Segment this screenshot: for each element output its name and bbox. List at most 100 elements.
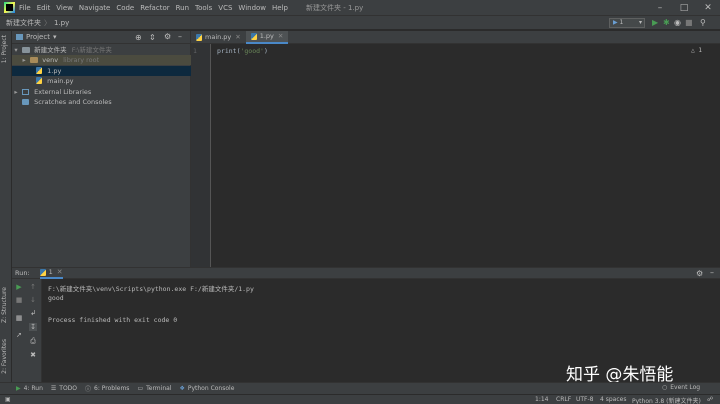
tree-item-project-root[interactable]: ▾ 新建文件夹 F:\新建文件夹	[12, 45, 191, 55]
python-file-icon	[36, 67, 43, 74]
menu-run[interactable]: Run	[176, 4, 189, 12]
tree-item-venv[interactable]: ▸ venv library root	[12, 55, 191, 65]
menu-refactor[interactable]: Refactor	[140, 4, 169, 12]
debug-icon[interactable]: ✱	[663, 18, 670, 28]
hide-panel-icon[interactable]: –	[710, 268, 714, 277]
tool-python-console[interactable]: ❖ Python Console	[179, 385, 234, 392]
tree-item-external-libraries[interactable]: ▸ External Libraries	[12, 87, 191, 97]
pycharm-logo-icon	[4, 2, 15, 13]
menu-view[interactable]: View	[56, 4, 73, 12]
search-icon[interactable]: ⚲	[700, 18, 706, 28]
menu-help[interactable]: Help	[272, 4, 288, 12]
layout-toggle-icon[interactable]: ▣	[5, 396, 11, 403]
chevron-right-icon[interactable]: ▸	[20, 55, 28, 65]
inspection-widget[interactable]: △ 1	[691, 47, 702, 54]
tree-item-1py[interactable]: 1.py	[12, 66, 191, 76]
menu-bar: File Edit View Navigate Code Refactor Ru…	[0, 0, 720, 16]
trash-icon[interactable]: ✖	[29, 351, 37, 359]
tree-item-label: main.py	[47, 77, 74, 85]
console-line: good	[48, 294, 64, 302]
maximize-icon[interactable]: □	[672, 0, 696, 16]
hide-panel-icon[interactable]: –	[178, 32, 182, 41]
breadcrumb-root[interactable]: 新建文件夹	[6, 18, 41, 28]
menu-vcs[interactable]: VCS	[218, 4, 232, 12]
console-line: F:\新建文件夹\venv\Scripts\python.exe F:/新建文件…	[48, 285, 254, 293]
tree-item-label: External Libraries	[34, 88, 92, 96]
tab-label: 1.py	[259, 31, 274, 40]
menu-code[interactable]: Code	[116, 4, 134, 12]
project-tool-tab[interactable]: 1: Project	[1, 35, 8, 63]
tool-python-console-label: Python Console	[187, 385, 235, 392]
menu-file[interactable]: File	[19, 4, 31, 12]
tool-todo[interactable]: ☰ TODO	[51, 385, 77, 392]
menu-navigate[interactable]: Navigate	[79, 4, 110, 12]
tool-problems[interactable]: ⓘ 6: Problems	[85, 384, 129, 393]
status-bar: ▣ 1:14 CRLF UTF-8 4 spaces Python 3.8 (新…	[0, 394, 720, 404]
close-icon[interactable]: ✕	[57, 268, 63, 276]
locate-icon[interactable]: ⊕	[135, 33, 142, 42]
caret-position[interactable]: 1:14	[535, 396, 548, 403]
stop-icon[interactable]: ■	[15, 296, 23, 304]
tab-label: main.py	[205, 32, 232, 41]
layout-icon[interactable]: ▦	[15, 314, 23, 322]
run-config-dropdown[interactable]: ▶ 1 ▾	[609, 18, 645, 28]
soft-wrap-icon[interactable]: ↲	[29, 309, 37, 317]
file-encoding[interactable]: UTF-8	[576, 396, 594, 403]
tab-main-py[interactable]: main.py ✕	[191, 31, 246, 44]
scroll-up-icon[interactable]: ↑	[29, 283, 37, 291]
stop-icon[interactable]: ■	[685, 18, 693, 28]
run-config-icon: ▶	[613, 19, 618, 26]
rerun-icon[interactable]: ▶	[15, 283, 23, 291]
chevron-down-icon[interactable]: ▾	[53, 33, 57, 41]
tool-event-log[interactable]: ○ Event Log	[662, 384, 700, 391]
menu-window[interactable]: Window	[238, 4, 266, 12]
menu-edit[interactable]: Edit	[37, 4, 51, 12]
collapse-all-icon[interactable]: ⇕	[149, 33, 156, 42]
chevron-down-icon[interactable]: ▾	[12, 45, 20, 55]
library-icon	[22, 89, 30, 95]
tool-todo-label: TODO	[59, 385, 78, 392]
favorites-tool-tab[interactable]: 2: Favorites	[1, 339, 8, 374]
run-config-label: 1	[619, 19, 624, 26]
folder-icon	[30, 57, 39, 63]
breadcrumb-file[interactable]: 1.py	[54, 19, 69, 27]
line-separator[interactable]: CRLF	[556, 396, 571, 403]
tree-item-label: venv	[42, 56, 59, 64]
run-window-header: Run: 1 ✕ ⚙ –	[12, 267, 720, 279]
scroll-to-end-icon[interactable]: ↧	[29, 323, 37, 331]
structure-tool-tab[interactable]: Z: Structure	[1, 287, 8, 323]
gear-icon[interactable]: ⚙	[696, 269, 703, 278]
chevron-right-icon[interactable]: ▸	[12, 87, 20, 97]
code-line[interactable]: print('good')	[217, 47, 268, 55]
indent-setting[interactable]: 4 spaces	[600, 396, 626, 403]
python-interpreter[interactable]: Python 3.8 (新建文件夹)	[632, 396, 701, 404]
python-file-icon	[36, 77, 43, 84]
gear-icon[interactable]: ⚙	[164, 32, 171, 41]
print-icon[interactable]: ⎙	[29, 337, 37, 345]
window-title: 新建文件夹 - 1.py	[306, 3, 364, 12]
tab-1py[interactable]: 1.py ✕	[245, 30, 289, 44]
tool-terminal[interactable]: ▭ Terminal	[137, 385, 171, 392]
tree-item-scratches[interactable]: Scratches and Consoles	[12, 97, 191, 107]
breadcrumb-separator: 〉	[44, 18, 51, 27]
terminal-icon: ▭	[137, 385, 144, 392]
editor-tab-bar: main.py ✕ 1.py ✕	[191, 30, 720, 44]
pin-icon[interactable]: ➚	[15, 331, 23, 339]
run-icon[interactable]: ▶	[652, 18, 658, 28]
minimize-icon[interactable]: –	[648, 0, 672, 16]
close-icon[interactable]: ✕	[235, 31, 240, 44]
tool-terminal-label: Terminal	[146, 385, 172, 392]
todo-icon: ☰	[50, 385, 57, 392]
close-icon[interactable]: ✕	[696, 0, 720, 16]
tool-run[interactable]: ▶ 4: Run	[16, 385, 43, 392]
run-toolbar: ▶ ↑ ■ ↓ ↲ ▦ ↧ ➚ ⎙ ✖	[12, 279, 42, 382]
run-tab[interactable]: 1 ✕	[39, 268, 63, 279]
code-editor[interactable]: 1 print('good') △ 1	[191, 44, 720, 267]
tree-item-main-py[interactable]: main.py	[12, 76, 191, 86]
close-icon[interactable]: ✕	[278, 30, 283, 43]
scroll-down-icon[interactable]: ↓	[29, 296, 37, 304]
project-panel-title[interactable]: Project	[26, 33, 50, 41]
lock-icon[interactable]: ☍	[707, 396, 713, 403]
coverage-icon[interactable]: ◉	[674, 18, 681, 28]
menu-tools[interactable]: Tools	[195, 4, 212, 12]
